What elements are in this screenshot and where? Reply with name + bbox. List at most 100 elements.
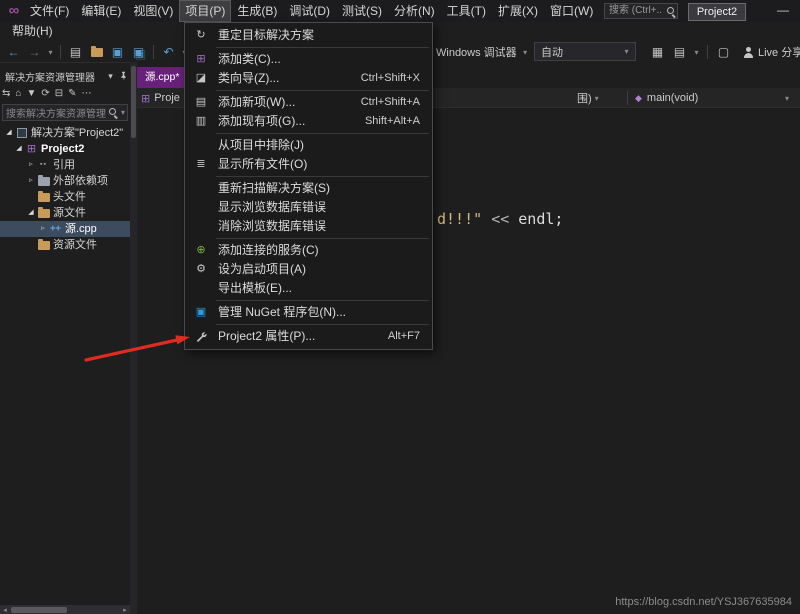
menu-item-manage-nuget-packages[interactable]: ▣ 管理 NuGet 程序包(N)... xyxy=(185,303,432,322)
menu-item-clear-browse-database-errors[interactable]: 消除浏览数据库错误 xyxy=(185,217,432,236)
menu-help[interactable]: 帮助(H) xyxy=(6,22,59,40)
menu-item-add-existing-item[interactable]: ▥ 添加现有项(G)... Shift+Alt+A xyxy=(185,112,432,131)
menu-build[interactable]: 生成(B) xyxy=(231,0,283,22)
toolbar-icon-3[interactable]: ▢ xyxy=(714,42,733,62)
chevron-down-icon[interactable]: ▾ xyxy=(46,42,55,62)
minimize-button[interactable]: — xyxy=(766,0,800,22)
menu-window[interactable]: 窗口(W) xyxy=(544,0,599,22)
more-options-icon[interactable]: ⋯ xyxy=(82,86,92,102)
menu-separator xyxy=(216,176,429,177)
open-folder-icon xyxy=(91,48,103,57)
tree-item-source-cpp[interactable]: ▹ ++ 源.cpp xyxy=(0,221,130,237)
new-file-icon[interactable]: ▤ xyxy=(66,42,85,62)
horizontal-scrollbar[interactable]: ◂ ▸ xyxy=(0,605,130,614)
tree-item-label: 引用 xyxy=(51,157,75,173)
tree-item-project[interactable]: ◢ ⊞ Project2 xyxy=(0,141,130,157)
nav-divider xyxy=(627,91,628,105)
expander-open-icon[interactable]: ◢ xyxy=(26,205,36,221)
quick-search-box[interactable]: 搜索 (Ctrl+.. xyxy=(604,3,678,19)
menu-separator xyxy=(216,300,429,301)
menu-edit[interactable]: 编辑(E) xyxy=(75,0,127,22)
expander-closed-icon[interactable]: ▹ xyxy=(26,157,36,173)
menu-debug[interactable]: 调试(D) xyxy=(283,0,336,22)
nav-project-dropdown[interactable]: ⊞ Proje xyxy=(141,88,180,108)
menu-analyze[interactable]: 分析(N) xyxy=(388,0,441,22)
menu-item-show-all-files[interactable]: ≣ 显示所有文件(O) xyxy=(185,155,432,174)
navigate-forward-icon[interactable]: → xyxy=(25,42,44,62)
menu-item-label: 类向导(Z)... xyxy=(218,71,279,85)
menu-item-add-new-item[interactable]: ▤ 添加新项(W)... Ctrl+Shift+A xyxy=(185,93,432,112)
chevron-down-icon[interactable]: ▾ xyxy=(785,88,789,108)
chevron-down-icon[interactable]: ▾ xyxy=(692,42,701,62)
menu-item-label: 管理 NuGet 程序包(N)... xyxy=(218,305,346,319)
tree-item-resource-files[interactable]: 资源文件 xyxy=(0,237,130,253)
navigate-back-icon[interactable]: ← xyxy=(4,42,23,62)
tree-item-references[interactable]: ▹ ▪▪ 引用 xyxy=(0,157,130,173)
nav-member-dropdown[interactable]: ◆ main(void) xyxy=(635,88,698,108)
edit-icon[interactable]: ✎ xyxy=(68,86,76,102)
menu-tools[interactable]: 工具(T) xyxy=(441,0,492,22)
filter-icon[interactable]: ▼ xyxy=(26,86,36,102)
add-new-item-icon: ▤ xyxy=(191,93,211,112)
refresh-icon[interactable]: ⟳ xyxy=(41,86,49,102)
save-all-icon[interactable]: ▣ xyxy=(129,42,148,62)
save-icon[interactable]: ▣ xyxy=(108,42,127,62)
search-icon xyxy=(666,6,677,17)
nav-scope-dropdown[interactable]: 围) ▾ xyxy=(577,88,599,108)
scroll-left-icon[interactable]: ◂ xyxy=(0,606,10,614)
menu-item-label: 设为启动项目(A) xyxy=(218,262,306,276)
undo-icon[interactable]: ↶ xyxy=(159,42,178,62)
tree-item-source-files[interactable]: ◢ 源文件 xyxy=(0,205,130,221)
expander-open-icon[interactable]: ◢ xyxy=(14,141,24,157)
scroll-right-icon[interactable]: ▸ xyxy=(120,606,130,614)
tab-source-cpp[interactable]: 源.cpp* xyxy=(137,67,187,88)
toolbar-icon-2[interactable]: ▤ xyxy=(670,42,689,62)
sync-with-active-document-icon[interactable]: ⇆ xyxy=(2,86,10,102)
solution-explorer-header: 解决方案资源管理器 ▾ xyxy=(0,67,130,85)
scrollbar-thumb[interactable] xyxy=(11,607,67,613)
menu-item-shortcut: Shift+Alt+A xyxy=(365,112,420,131)
scrollbar-thumb[interactable] xyxy=(131,66,136,138)
menu-separator xyxy=(216,324,429,325)
menu-test[interactable]: 测试(S) xyxy=(336,0,388,22)
platform-dropdown[interactable]: 自动 ▾ xyxy=(534,42,636,61)
menu-item-retarget-solution[interactable]: ↻ 重定目标解决方案 xyxy=(185,26,432,45)
expander-closed-icon[interactable]: ▹ xyxy=(26,173,36,189)
menu-item-add-connected-service[interactable]: ⊕ 添加连接的服务(C) xyxy=(185,241,432,260)
toolbar-left-group: ← → ▾ ▤ ▣ ▣ ↶ ▾ ↷ xyxy=(4,40,210,64)
menu-view[interactable]: 视图(V) xyxy=(127,0,179,22)
solution-explorer-search[interactable]: 搜索解决方案资源管理 ▾ xyxy=(2,104,128,121)
menu-item-export-template[interactable]: 导出模板(E)... xyxy=(185,279,432,298)
collapse-all-icon[interactable]: ⊟ xyxy=(55,86,63,102)
tree-item-label: 资源文件 xyxy=(51,237,97,253)
panel-splitter[interactable] xyxy=(130,62,137,614)
debugger-dropdown[interactable]: Windows 调试器 ▾ xyxy=(436,40,530,64)
menu-item-set-startup-project[interactable]: ⚙ 设为启动项目(A) xyxy=(185,260,432,279)
tree-item-external-dependencies[interactable]: ▹ 外部依赖项 xyxy=(0,173,130,189)
menu-item-project-properties[interactable]: Project2 属性(P)... Alt+F7 xyxy=(185,327,432,346)
menu-item-class-wizard[interactable]: ◪ 类向导(Z)... Ctrl+Shift+X xyxy=(185,69,432,88)
home-icon[interactable]: ⌂ xyxy=(15,86,21,102)
menu-item-rescan-solution[interactable]: 重新扫描解决方案(S) xyxy=(185,179,432,198)
pin-icon[interactable] xyxy=(117,71,130,82)
open-file-icon[interactable] xyxy=(87,42,106,62)
tree-item-header-files[interactable]: 头文件 xyxy=(0,189,130,205)
tree-item-solution[interactable]: ◢ 解决方案"Project2" xyxy=(0,125,130,141)
expander-closed-icon[interactable]: ▹ xyxy=(38,221,48,237)
expander-open-icon[interactable]: ◢ xyxy=(4,125,14,141)
live-share-button[interactable]: Live 分享 xyxy=(742,40,800,64)
menu-item-exclude-from-project[interactable]: 从项目中排除(J) xyxy=(185,136,432,155)
project-badge[interactable]: Project2 xyxy=(688,3,746,21)
menu-item-label: 添加连接的服务(C) xyxy=(218,243,319,257)
no-icon xyxy=(191,136,211,155)
nav-member-label: main(void) xyxy=(647,92,698,104)
menu-extensions[interactable]: 扩展(X) xyxy=(492,0,544,22)
chevron-down-icon: ▾ xyxy=(595,94,599,103)
menu-item-add-class[interactable]: ⊞ 添加类(C)... xyxy=(185,50,432,69)
menu-project[interactable]: 项目(P) xyxy=(179,0,231,22)
menu-file[interactable]: 文件(F) xyxy=(24,0,75,22)
chevron-down-icon[interactable]: ▾ xyxy=(104,71,117,82)
menu-item-show-browse-database-errors[interactable]: 显示浏览数据库错误 xyxy=(185,198,432,217)
toolbar-icon-1[interactable]: ▦ xyxy=(648,42,667,62)
tree-item-label: 源文件 xyxy=(51,205,86,221)
